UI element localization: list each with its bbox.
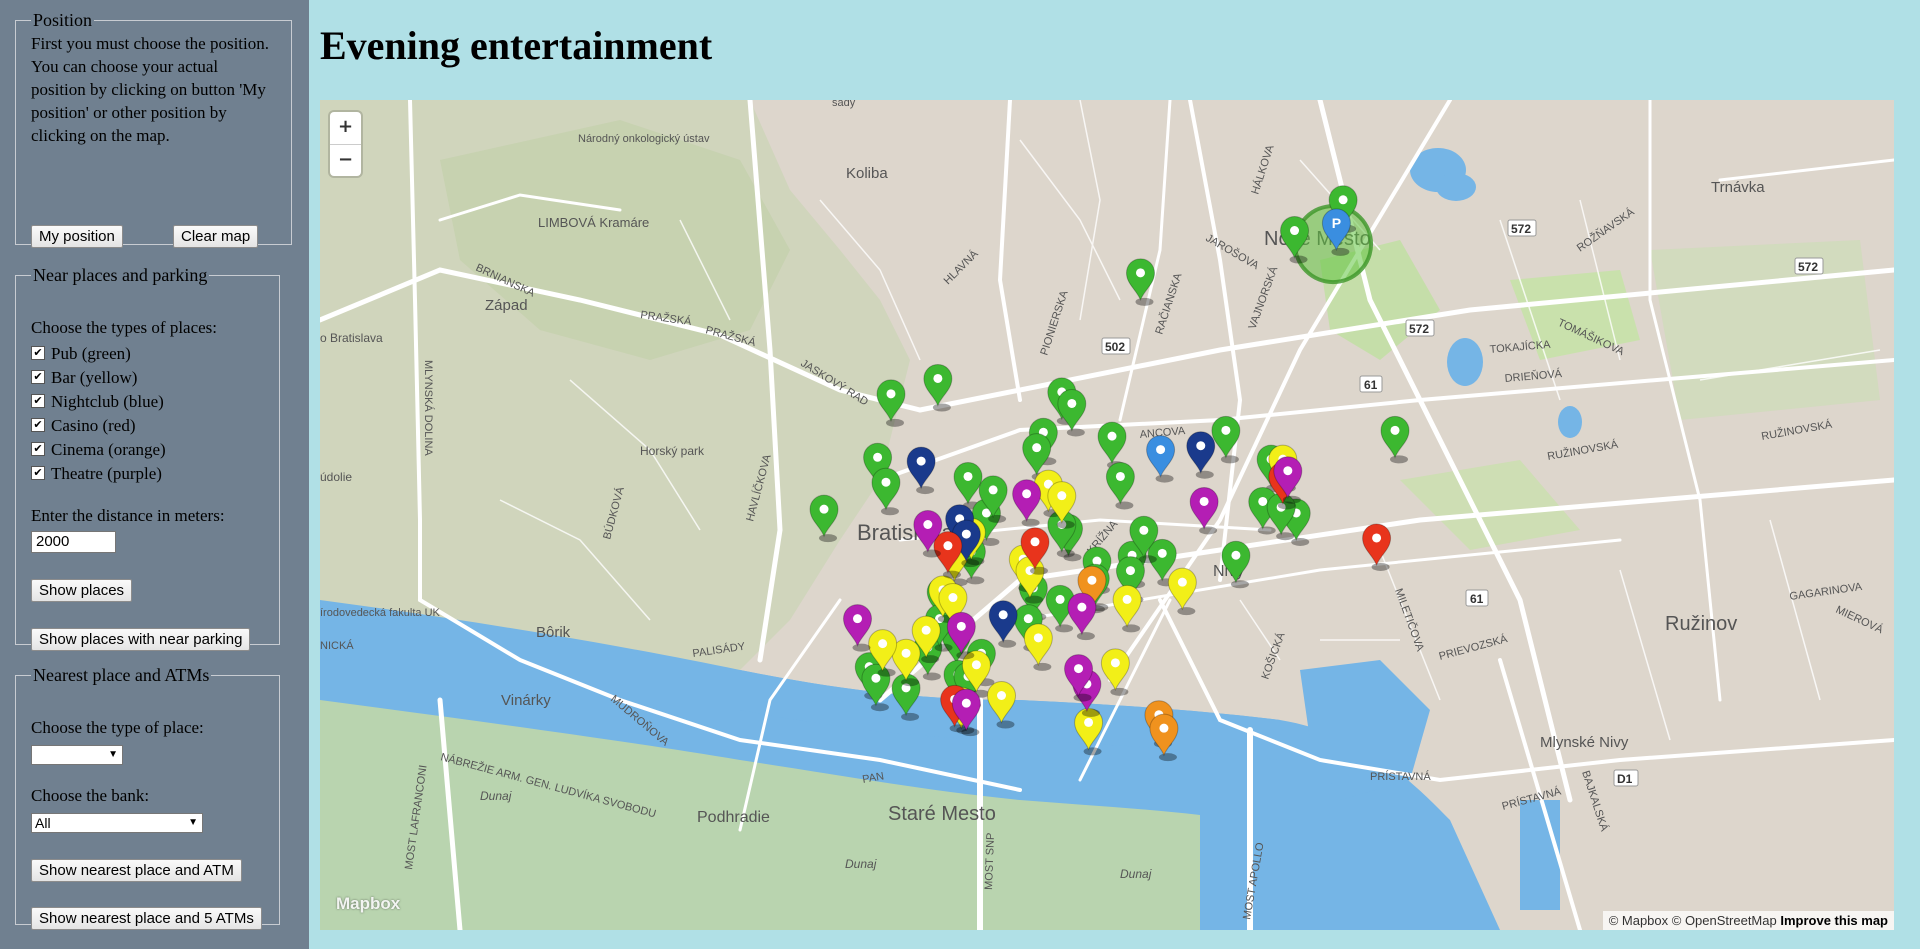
route-572-shield: 572 xyxy=(1511,222,1531,236)
label-ruzinov: Ružinov xyxy=(1665,613,1737,635)
type-checkbox-label: Pub (green) xyxy=(51,344,131,363)
lake xyxy=(1447,338,1483,386)
label-prirodovedecka: írodovedecká fakulta UK xyxy=(320,607,441,619)
park-area xyxy=(1650,240,1880,420)
label-koliba: Koliba xyxy=(846,165,888,182)
lake xyxy=(1558,406,1582,438)
distance-label: Enter the distance in meters: xyxy=(31,506,225,525)
type-checkbox-label: Nightclub (blue) xyxy=(51,392,164,411)
nearest-fieldset: Nearest place and ATMs Choose the type o… xyxy=(15,665,280,930)
zoom-control: + − xyxy=(330,112,361,176)
street-pristavna: PRÍSTAVNÁ xyxy=(1370,770,1431,783)
sidebar: Position First you must choose the posit… xyxy=(0,0,309,949)
lake xyxy=(1436,173,1476,201)
type-checkbox-row[interactable]: ✔ Cinema (orange) xyxy=(31,438,166,462)
attribution-text[interactable]: © Mapbox © OpenStreetMap xyxy=(1609,913,1777,928)
type-checkbox[interactable]: ✔ xyxy=(31,418,45,433)
route-d1-shield: D1 xyxy=(1617,772,1633,786)
route-502-shield: 502 xyxy=(1105,340,1125,354)
route-61-shield: 61 xyxy=(1364,378,1378,392)
map-attribution: © Mapbox © OpenStreetMap Improve this ma… xyxy=(1602,911,1894,930)
chevron-down-icon: ▼ xyxy=(108,749,118,760)
type-checkbox[interactable]: ✔ xyxy=(31,442,45,457)
type-checkbox-row[interactable]: ✔ Nightclub (blue) xyxy=(31,390,164,414)
page-title: Evening entertainment xyxy=(320,23,713,68)
label-udolie: údolie xyxy=(320,470,352,484)
show-nearest-5atm-button[interactable]: Show nearest place and 5 ATMs xyxy=(31,907,262,930)
map-canvas[interactable]: 572 572 572 502 61 61 D1 Bratislava Nové… xyxy=(320,100,1894,930)
harbour xyxy=(1520,800,1560,910)
types-label: Choose the types of places: xyxy=(31,318,218,337)
label-dunaj: Dunaj xyxy=(1120,867,1152,881)
my-position-button[interactable]: My position xyxy=(31,225,123,248)
show-nearest-atm-button[interactable]: Show nearest place and ATM xyxy=(31,859,242,882)
label-horsky-park: Horský park xyxy=(640,444,705,458)
label-narodny-text: Národný onkologický ústav xyxy=(578,133,710,145)
clear-map-button[interactable]: Clear map xyxy=(173,225,259,248)
type-checkbox[interactable]: ✔ xyxy=(31,394,45,409)
label-dunaj: Dunaj xyxy=(480,789,512,803)
route-61-shield: 61 xyxy=(1470,592,1484,606)
improve-map-link[interactable]: Improve this map xyxy=(1780,913,1888,928)
label-zapad: Západ xyxy=(485,297,528,314)
label-dunaj: Dunaj xyxy=(845,857,877,871)
type-checkbox-row[interactable]: ✔ Pub (green) xyxy=(31,342,131,366)
label-stare-mesto: Staré Mesto xyxy=(888,803,996,825)
type-checkbox[interactable]: ✔ xyxy=(31,346,45,361)
near-places-fieldset: Near places and parking Choose the types… xyxy=(15,265,280,651)
nearest-legend: Nearest place and ATMs xyxy=(33,665,210,685)
label-podhradie: Podhradie xyxy=(697,809,770,826)
bank-label: Choose the bank: xyxy=(31,786,150,805)
zoom-in-button[interactable]: + xyxy=(330,112,361,145)
label-trnavka: Trnávka xyxy=(1711,179,1765,196)
route-572-shield: 572 xyxy=(1409,322,1429,336)
zoom-out-button[interactable]: − xyxy=(330,145,361,177)
type-checkbox-label: Bar (yellow) xyxy=(51,368,138,387)
near-places-legend: Near places and parking xyxy=(33,265,208,285)
parking-label: P xyxy=(1332,215,1341,231)
label-narodny: Národný onkologický ústav xyxy=(578,133,710,145)
label-kramare: LIMBOVÁ Kramáre xyxy=(538,215,649,230)
position-instructions: First you must choose the position. You … xyxy=(31,34,269,145)
route-572-shield: 572 xyxy=(1798,260,1818,274)
label-sady: sady xyxy=(832,100,856,109)
type-checkbox[interactable]: ✔ xyxy=(31,466,45,481)
type-checkbox-row[interactable]: ✔ Theatre (purple) xyxy=(31,462,162,486)
distance-input[interactable]: 2000 xyxy=(31,531,116,553)
label-mlynske-nivy: Mlynské Nivy xyxy=(1540,734,1629,751)
mapbox-logo[interactable]: Mapbox xyxy=(336,894,400,914)
position-fieldset: Position First you must choose the posit… xyxy=(15,10,292,248)
type-checkbox-label: Cinema (orange) xyxy=(51,440,166,459)
type-checkbox-label: Theatre (purple) xyxy=(51,464,162,483)
place-type-label: Choose the type of place: xyxy=(31,718,204,737)
position-legend: Position xyxy=(33,10,93,30)
type-checkbox-label: Casino (red) xyxy=(51,416,136,435)
bank-value: All xyxy=(35,815,51,831)
label-vinarky: Vinárky xyxy=(501,692,551,709)
label-bratislava-west: o Bratislava xyxy=(320,331,383,345)
label-borik: Bôrik xyxy=(536,624,571,641)
type-checkbox-row[interactable]: ✔ Bar (yellow) xyxy=(31,366,137,390)
show-places-button[interactable]: Show places xyxy=(31,579,133,602)
type-checkbox[interactable]: ✔ xyxy=(31,370,45,385)
chevron-down-icon: ▼ xyxy=(188,817,198,828)
label-nicka: NICKÁ xyxy=(320,639,354,652)
map[interactable]: 572 572 572 502 61 61 D1 Bratislava Nové… xyxy=(320,100,1894,930)
type-checkbox-row[interactable]: ✔ Casino (red) xyxy=(31,414,136,438)
bank-select[interactable]: All ▼ xyxy=(31,813,203,833)
place-type-select[interactable]: ▼ xyxy=(31,745,123,765)
show-places-parking-button[interactable]: Show places with near parking xyxy=(31,628,251,651)
street-most-snp: MOST SNP xyxy=(983,832,997,890)
street-mlynska: MLYNSKÁ DOLINA xyxy=(422,360,435,456)
